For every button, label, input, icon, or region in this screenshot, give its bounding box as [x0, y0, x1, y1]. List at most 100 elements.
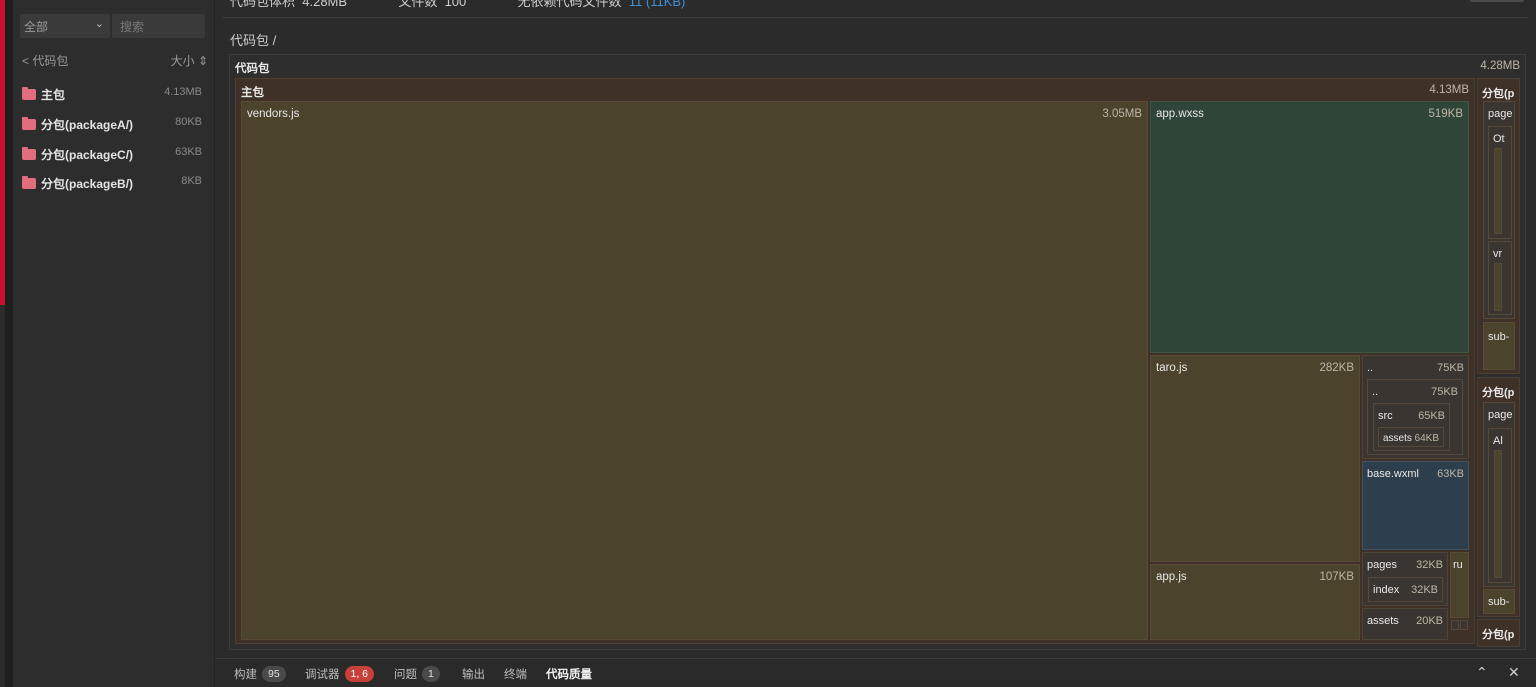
- treemap-node-app-wxss[interactable]: app.wxss 519KB: [1150, 101, 1469, 353]
- tab-label: 调试器: [305, 669, 340, 681]
- sidebar-item-label: 分包(packageA/): [41, 118, 134, 132]
- tab-code-quality[interactable]: 代码质量: [546, 666, 592, 682]
- folder-icon: [22, 87, 36, 100]
- treemap-node-package-c-sub[interactable]: sub-: [1483, 589, 1515, 614]
- tab-label: 问题: [394, 669, 417, 681]
- breadcrumb: 代码包 /: [230, 33, 277, 48]
- treemap-node-label: page: [1488, 108, 1513, 120]
- summary-stats: 代码包体积 4.28MB 文件数 100 无依赖代码文件数 11 (11KB): [230, 0, 685, 9]
- treemap-node-leaf[interactable]: [1494, 450, 1502, 578]
- treemap-node-assets[interactable]: assets 20KB: [1362, 608, 1448, 640]
- treemap-node-size: 65KB: [1418, 410, 1445, 422]
- filter-select[interactable]: 全部 ⌄: [20, 14, 110, 38]
- treemap-node-label: 分包(p: [1482, 88, 1515, 100]
- treemap-node-label: vr: [1493, 248, 1503, 260]
- total-size-value: 4.28MB: [302, 0, 348, 9]
- treemap-node-taro-js[interactable]: taro.js 282KB: [1150, 355, 1360, 562]
- back-link[interactable]: < 代码包: [22, 54, 68, 68]
- treemap-node-label: taro.js: [1156, 362, 1188, 374]
- treemap-node-label: src: [1378, 410, 1393, 422]
- treemap-node-label: base.wxml: [1367, 468, 1419, 480]
- treemap-node-leaf[interactable]: [1494, 263, 1502, 311]
- treemap-node-size: 75KB: [1431, 386, 1458, 398]
- sidebar-item-label: 主包: [41, 88, 66, 102]
- sort-by-size-button[interactable]: 大小 ⇕: [171, 52, 208, 69]
- chevron-down-icon: ⌄: [94, 18, 104, 30]
- count-badge: 1: [422, 666, 440, 682]
- treemap-node-app-js[interactable]: app.js 107KB: [1150, 564, 1360, 640]
- treemap-node-size: 63KB: [1437, 468, 1464, 480]
- treemap-node-label: pages: [1367, 559, 1397, 571]
- treemap-node-label: 主包: [241, 87, 264, 99]
- sidebar-item-size: 63KB: [175, 146, 202, 158]
- unused-files-label: 无依赖代码文件数: [517, 0, 622, 9]
- sidebar-item-package-a[interactable]: 分包(packageA/) 80KB: [22, 115, 202, 135]
- tab-terminal[interactable]: 终端: [504, 666, 527, 682]
- treemap-node-size: 3.05MB: [1102, 108, 1142, 120]
- treemap-node-size: 64KB: [1414, 433, 1439, 444]
- treemap-node-label: page: [1488, 409, 1513, 421]
- sidebar-item-main-package[interactable]: 主包 4.13MB: [22, 85, 202, 105]
- treemap-node-size: 32KB: [1411, 584, 1438, 596]
- sidebar-item-size: 80KB: [175, 116, 202, 128]
- treemap-node-label: Al: [1493, 435, 1503, 447]
- error-badge: 1, 6: [344, 666, 375, 682]
- count-badge: 95: [262, 666, 286, 682]
- treemap-node-package-a-sub[interactable]: sub-: [1483, 322, 1515, 370]
- treemap-node-tiny[interactable]: [1451, 620, 1459, 630]
- sidebar-item-size: 8KB: [181, 175, 202, 187]
- sidebar-item-size: 4.13MB: [164, 86, 202, 98]
- treemap-node-label: ..: [1372, 386, 1379, 398]
- treemap-node-label: sub-: [1488, 331, 1510, 343]
- treemap-node-size: 20KB: [1416, 615, 1443, 627]
- tab-debugger[interactable]: 调试器 1, 6: [305, 666, 375, 682]
- treemap-node-label: sub-: [1488, 596, 1510, 608]
- treemap-node-label: vendors.js: [247, 108, 300, 120]
- close-icon[interactable]: ✕: [1508, 664, 1520, 681]
- folder-icon: [22, 176, 36, 189]
- file-count-label: 文件数: [398, 0, 438, 9]
- treemap-node-size: 4.13MB: [1429, 84, 1469, 96]
- toolbar-button[interactable]: [1470, 0, 1524, 2]
- file-count-value: 100: [444, 0, 467, 9]
- search-input[interactable]: 搜索: [112, 14, 205, 38]
- treemap-node-label: Ot: [1493, 133, 1505, 145]
- treemap-node-size: 282KB: [1319, 362, 1354, 374]
- sidebar-header: < 代码包 大小 ⇕: [22, 52, 208, 70]
- treemap-node-label: ..: [1367, 362, 1374, 374]
- treemap-node-size: 32KB: [1416, 559, 1443, 571]
- treemap-node-size: 75KB: [1437, 362, 1464, 374]
- filter-select-value: 全部: [24, 20, 49, 34]
- sidebar-item-package-b[interactable]: 分包(packageB/) 8KB: [22, 174, 202, 194]
- tab-issues[interactable]: 问题 1: [394, 666, 440, 682]
- treemap-node-label: assets: [1383, 433, 1412, 444]
- folder-icon: [22, 147, 36, 160]
- unused-files-link[interactable]: 11 (11KB): [629, 0, 686, 9]
- window-edge: [5, 0, 13, 687]
- treemap-node-label: app.wxss: [1156, 108, 1204, 120]
- treemap-node-runtime[interactable]: ru: [1450, 552, 1469, 618]
- treemap-node-label: app.js: [1156, 571, 1187, 583]
- treemap-node-label: index: [1373, 584, 1400, 596]
- sidebar-item-package-c[interactable]: 分包(packageC/) 63KB: [22, 145, 202, 165]
- treemap-node-leaf[interactable]: [1494, 148, 1502, 234]
- treemap-node-size: 519KB: [1428, 108, 1463, 120]
- sidebar-item-label: 分包(packageC/): [41, 148, 134, 162]
- treemap-node-tiny[interactable]: [1460, 620, 1468, 630]
- treemap-node-size: 4.28MB: [1480, 60, 1520, 72]
- treemap-node-label: 分包(p: [1482, 387, 1515, 399]
- tab-label: 构建: [234, 669, 257, 681]
- treemap-node-label: 代码包: [235, 63, 270, 75]
- divider: [222, 17, 1528, 18]
- treemap-node-package-b[interactable]: 分包(p: [1477, 619, 1520, 647]
- treemap-node-base-wxml[interactable]: base.wxml 63KB: [1362, 461, 1469, 550]
- tab-output[interactable]: 输出: [462, 666, 485, 682]
- treemap-node-label: ru: [1453, 559, 1463, 571]
- tab-build[interactable]: 构建 95: [234, 666, 286, 682]
- chevron-up-icon[interactable]: ⌃: [1476, 664, 1488, 681]
- treemap-node-index[interactable]: index 32KB: [1368, 577, 1443, 602]
- treemap-node-size: 107KB: [1319, 571, 1354, 583]
- treemap-node-src-assets[interactable]: assets 64KB: [1378, 427, 1444, 447]
- treemap-node-vendors-js[interactable]: vendors.js 3.05MB: [241, 101, 1148, 640]
- folder-icon: [22, 117, 36, 130]
